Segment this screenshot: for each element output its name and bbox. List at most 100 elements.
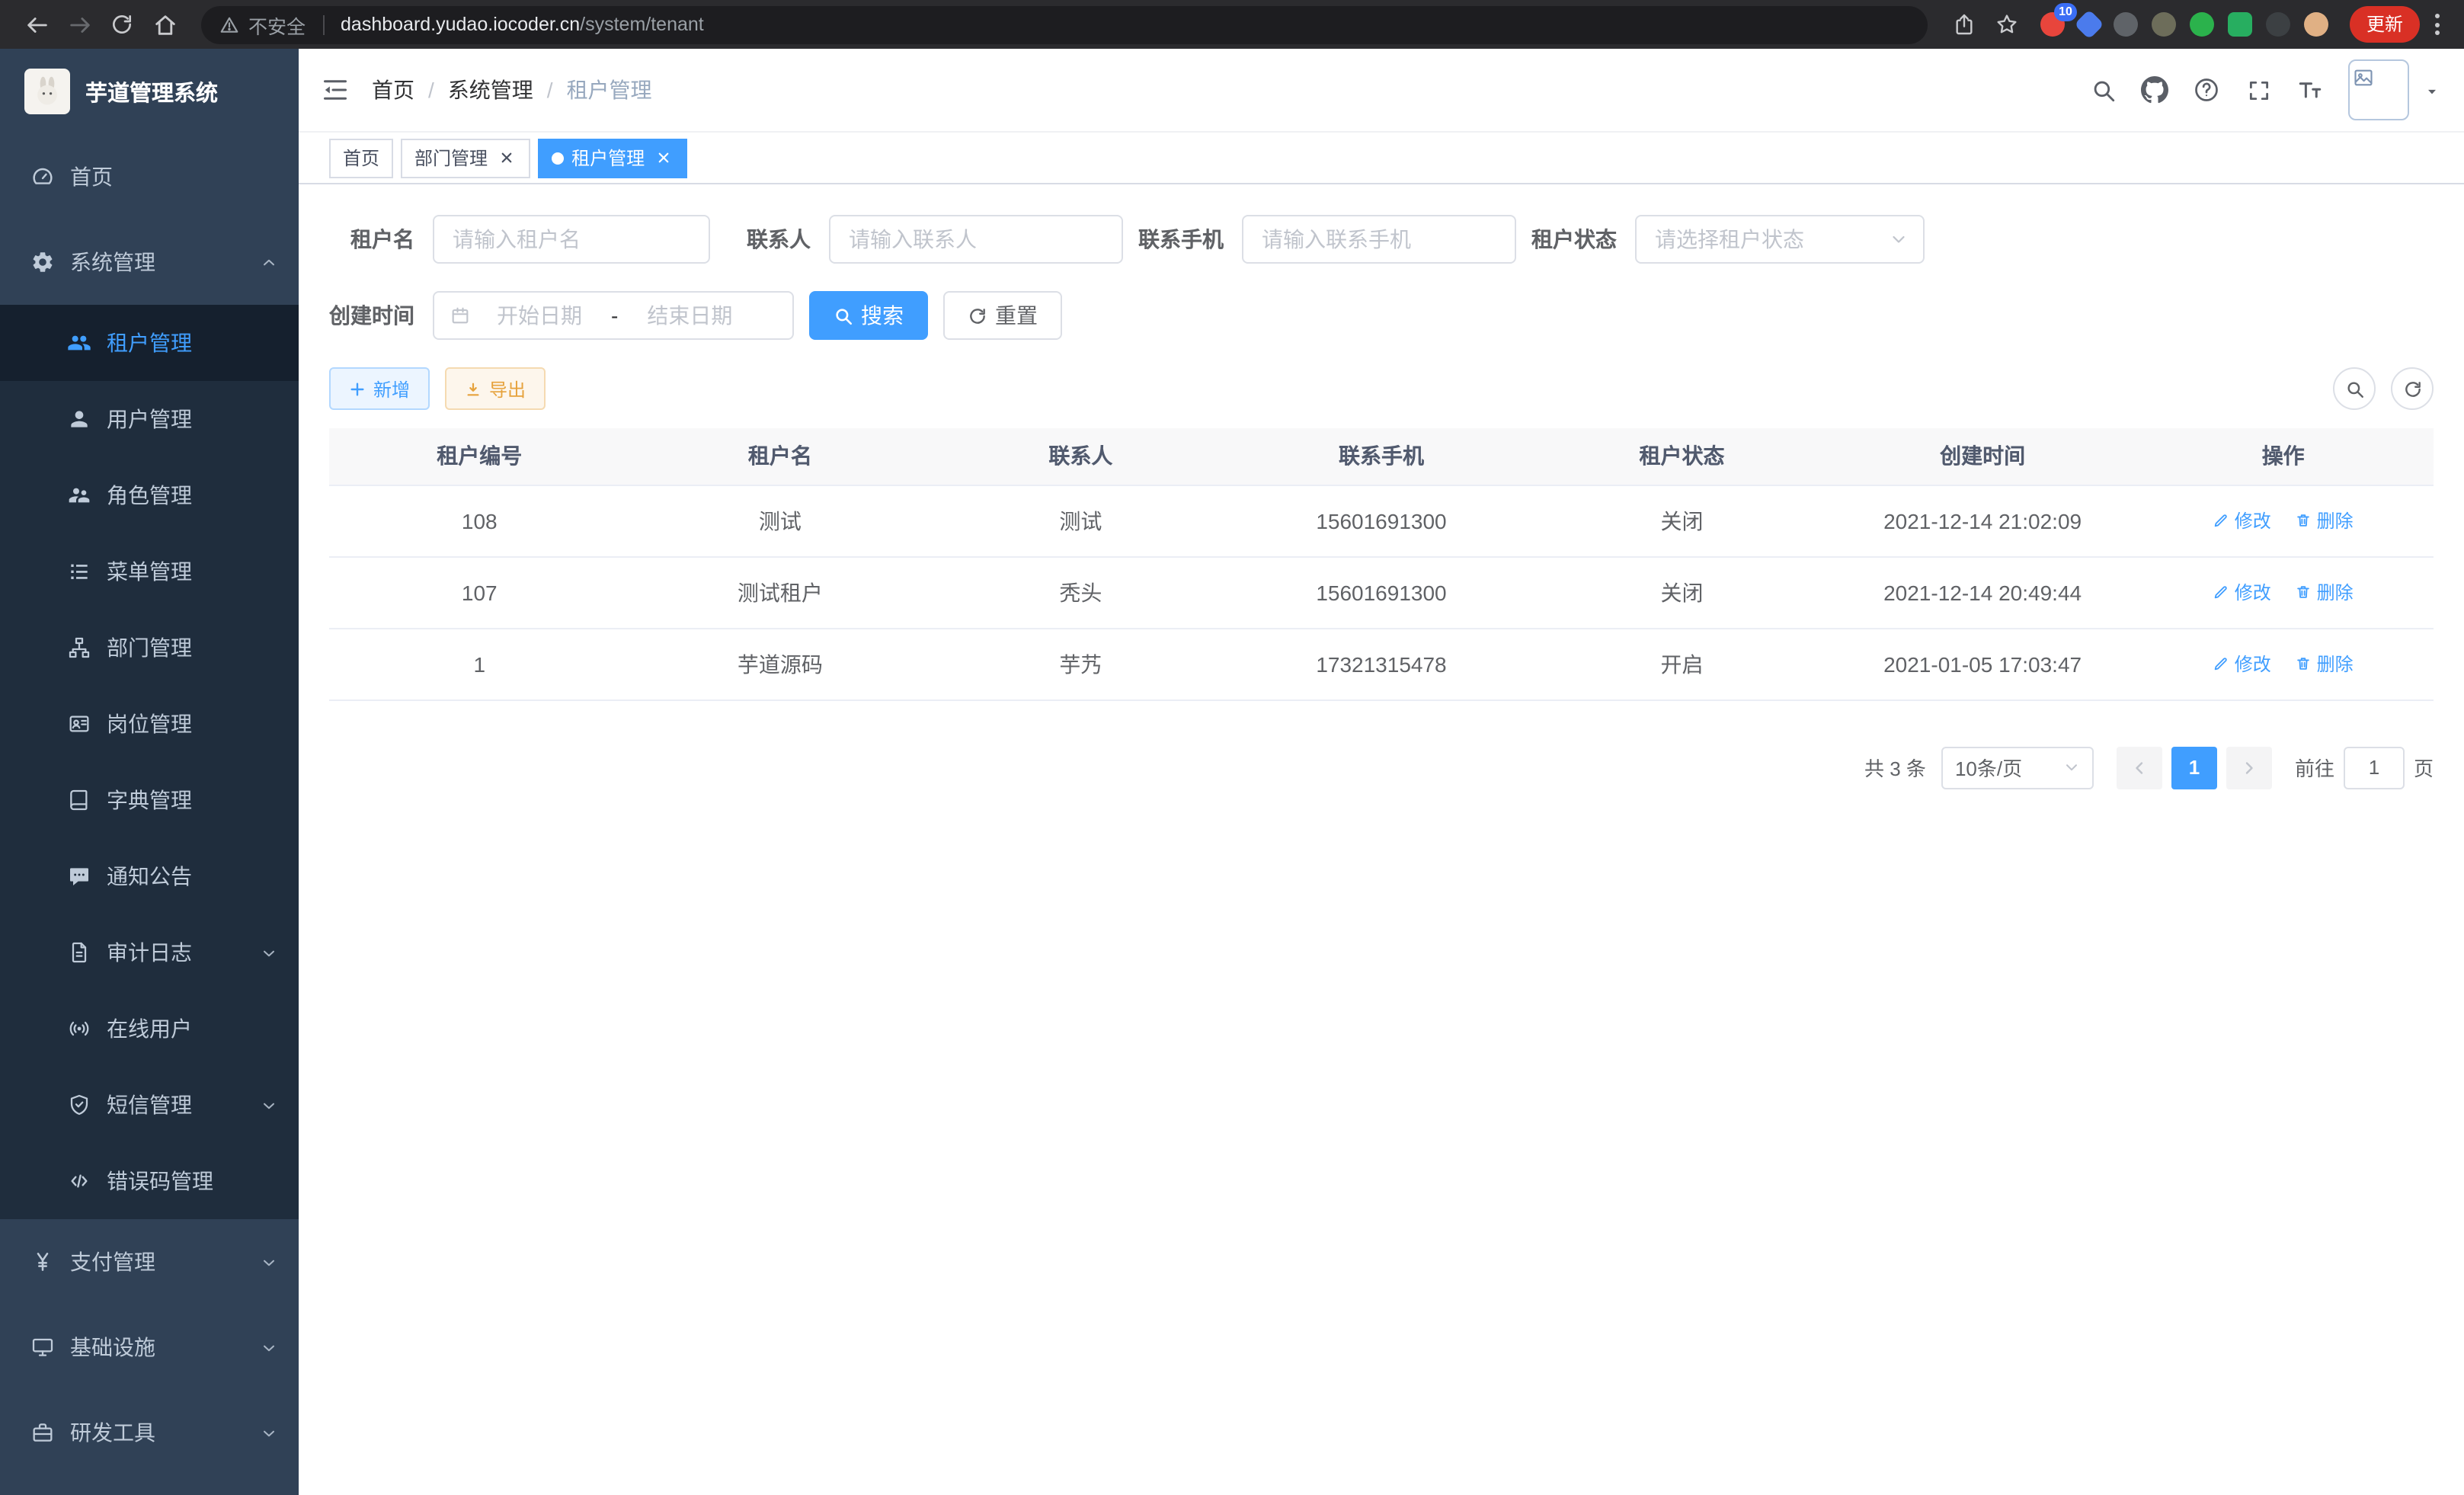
table-row: 107 测试租户 秃头 15601691300 关闭 2021-12-14 20… xyxy=(329,556,2434,628)
cell-phone: 15601691300 xyxy=(1231,556,1532,628)
sidebar-item-errorcode[interactable]: 错误码管理 xyxy=(0,1143,299,1219)
pagination-total: 共 3 条 xyxy=(1864,753,1926,782)
tab-home[interactable]: 首页 xyxy=(329,138,393,178)
sidebar-toggle-button[interactable] xyxy=(299,49,372,131)
browser-back-button[interactable] xyxy=(15,3,58,46)
star-icon xyxy=(1995,12,2019,37)
goto-page-input[interactable] xyxy=(2344,746,2405,789)
github-link-button[interactable] xyxy=(2129,48,2181,132)
warning-icon xyxy=(219,14,239,34)
export-button[interactable]: 导出 xyxy=(445,367,546,410)
contact-input[interactable] xyxy=(829,215,1123,264)
sidebar-item-menu[interactable]: 菜单管理 xyxy=(0,533,299,610)
tab-dept[interactable]: 部门管理 xyxy=(401,138,530,178)
sidebar-item-auditlog[interactable]: 审计日志 xyxy=(0,914,299,991)
sidebar-item-label: 短信管理 xyxy=(107,1090,245,1120)
edit-label: 修改 xyxy=(2235,579,2271,605)
edit-link[interactable]: 修改 xyxy=(2213,579,2271,605)
search-button[interactable]: 搜索 xyxy=(809,291,928,340)
extension-icon-5[interactable] xyxy=(2190,12,2214,37)
share-button[interactable] xyxy=(1943,3,1986,46)
forward-arrow-icon xyxy=(66,11,92,37)
browser-menu-button[interactable] xyxy=(2426,5,2449,44)
date-start-input[interactable] xyxy=(477,303,602,328)
sidebar-item-sms[interactable]: 短信管理 xyxy=(0,1067,299,1143)
reset-button[interactable]: 重置 xyxy=(943,291,1062,340)
sidebar-item-label: 错误码管理 xyxy=(107,1166,277,1196)
close-icon[interactable] xyxy=(652,147,674,168)
edit-link[interactable]: 修改 xyxy=(2213,507,2271,533)
status-select[interactable]: 请选择租户状态 xyxy=(1635,215,1925,264)
close-icon[interactable] xyxy=(495,147,517,168)
sidebar-item-payment[interactable]: 支付管理 xyxy=(0,1219,299,1305)
extension-icon-6[interactable] xyxy=(2228,12,2252,37)
help-button[interactable] xyxy=(2181,48,2232,132)
sidebar-item-label: 角色管理 xyxy=(107,480,277,511)
refresh-icon xyxy=(2402,379,2422,399)
header-search-button[interactable] xyxy=(2077,48,2129,132)
refresh-table-button[interactable] xyxy=(2391,367,2434,410)
sidebar-item-system[interactable]: 系统管理 xyxy=(0,219,299,305)
browser-update-button[interactable]: 更新 xyxy=(2350,6,2420,43)
cell-actions: 修改 删除 xyxy=(2133,485,2434,556)
toggle-search-button[interactable] xyxy=(2333,367,2376,410)
sidebar-item-notice[interactable]: 通知公告 xyxy=(0,838,299,914)
browser-home-button[interactable] xyxy=(143,3,186,46)
extension-icon-7[interactable] xyxy=(2266,12,2290,37)
sidebar-item-role[interactable]: 角色管理 xyxy=(0,457,299,533)
caret-down-icon xyxy=(2424,85,2440,100)
sidebar-item-label: 通知公告 xyxy=(107,861,277,892)
github-icon xyxy=(2141,76,2168,104)
add-button[interactable]: 新增 xyxy=(329,367,430,410)
date-range-picker[interactable]: - xyxy=(433,291,794,340)
extension-icon-1[interactable]: 10 xyxy=(2040,12,2065,37)
app-window: 芋道管理系统 首页 系统管理 租户管理 xyxy=(0,49,2464,1495)
page-size-select[interactable]: 10条/页 xyxy=(1941,746,2094,789)
sidebar-item-online[interactable]: 在线用户 xyxy=(0,991,299,1067)
sidebar-item-post[interactable]: 岗位管理 xyxy=(0,686,299,762)
edit-link[interactable]: 修改 xyxy=(2213,651,2271,677)
delete-link[interactable]: 删除 xyxy=(2296,651,2354,677)
delete-link[interactable]: 删除 xyxy=(2296,507,2354,533)
tab-tenant[interactable]: 租户管理 xyxy=(538,138,687,178)
sidebar-item-label: 支付管理 xyxy=(70,1247,245,1277)
chevron-down-icon xyxy=(261,1339,277,1356)
sidebar-item-dept[interactable]: 部门管理 xyxy=(0,610,299,686)
delete-link[interactable]: 删除 xyxy=(2296,579,2354,605)
tenant-name-input[interactable] xyxy=(433,215,710,264)
edit-label: 修改 xyxy=(2235,651,2271,677)
sidebar-item-label: 系统管理 xyxy=(70,247,245,277)
date-end-input[interactable] xyxy=(627,303,752,328)
next-page-button[interactable] xyxy=(2226,746,2272,789)
breadcrumb-home[interactable]: 首页 xyxy=(372,75,414,105)
trash-icon xyxy=(2296,512,2312,529)
sidebar-item-dict[interactable]: 字典管理 xyxy=(0,762,299,838)
sidebar-logo[interactable]: 芋道管理系统 xyxy=(0,49,299,134)
cell-phone: 17321315478 xyxy=(1231,628,1532,699)
sidebar-item-user[interactable]: 用户管理 xyxy=(0,381,299,457)
extension-icon-8[interactable] xyxy=(2304,12,2328,37)
extension-icon-3[interactable] xyxy=(2114,12,2138,37)
breadcrumb-separator: / xyxy=(547,78,553,102)
bookmark-star-button[interactable] xyxy=(1986,3,2028,46)
font-size-button[interactable] xyxy=(2284,48,2336,132)
sidebar-item-infra[interactable]: 基础设施 xyxy=(0,1305,299,1390)
column-created: 创建时间 xyxy=(1832,428,2133,485)
phone-input[interactable] xyxy=(1242,215,1516,264)
sidebar-item-dashboard[interactable]: 首页 xyxy=(0,134,299,219)
user-menu-caret[interactable] xyxy=(2415,72,2449,108)
page-number-button[interactable]: 1 xyxy=(2171,746,2217,789)
breadcrumb-system[interactable]: 系统管理 xyxy=(448,75,533,105)
extension-icon-4[interactable] xyxy=(2152,12,2176,37)
prev-page-button[interactable] xyxy=(2117,746,2162,789)
fullscreen-button[interactable] xyxy=(2232,48,2284,132)
sidebar-item-devtools[interactable]: 研发工具 xyxy=(0,1390,299,1475)
url-path: /system/tenant xyxy=(580,14,704,35)
user-avatar[interactable] xyxy=(2348,59,2409,120)
extension-icon-2[interactable] xyxy=(2074,9,2104,40)
address-bar[interactable]: 不安全 dashboard.yudao.iocoder.cn/system/te… xyxy=(201,5,1928,43)
sidebar-item-tenant[interactable]: 租户管理 xyxy=(0,305,299,381)
browser-reload-button[interactable] xyxy=(101,3,143,46)
browser-forward-button[interactable] xyxy=(58,3,101,46)
pay-yen-icon xyxy=(30,1250,55,1274)
